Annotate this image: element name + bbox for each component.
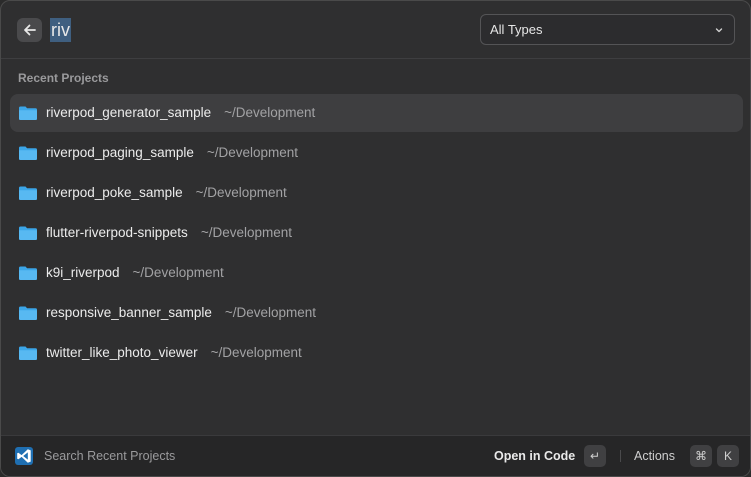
project-row[interactable]: riverpod_generator_sample ~/Development [10,94,743,132]
folder-icon [19,186,37,200]
project-row[interactable]: riverpod_poke_sample ~/Development [10,174,743,212]
folder-icon [19,146,37,160]
search-input[interactable]: riv [50,18,71,42]
folder-icon [19,226,37,240]
project-path: ~/Development [195,185,287,200]
project-row[interactable]: responsive_banner_sample ~/Development [10,294,743,332]
project-path: ~/Development [224,105,316,120]
project-path: ~/Development [206,145,299,160]
back-button[interactable] [17,18,42,42]
footer-hint: Search Recent Projects [44,449,176,463]
open-in-code-button[interactable]: Open in Code [494,436,575,476]
vscode-icon [15,447,33,465]
chevron-down-icon [715,28,723,33]
folder-icon [19,346,37,360]
raycast-window: riv All Types Recent Projects riverpod_g… [0,0,751,477]
project-name: riverpod_generator_sample ~/Development [46,105,316,120]
project-path: ~/Development [210,345,302,360]
action-bar: Search Recent Projects Open in Code ↵ Ac… [1,435,750,476]
enter-key-badge: ↵ [584,445,606,467]
project-path: ~/Development [224,305,317,320]
command-key-badge: ⌘ [690,445,712,467]
k-key-badge: K [717,445,739,467]
project-path: ~/Development [132,265,224,280]
project-list: riverpod_generator_sample ~/Developmentri… [10,94,743,374]
project-row[interactable]: riverpod_paging_sample ~/Development [10,134,743,172]
folder-icon [19,306,37,320]
actions-button[interactable]: Actions [634,436,675,476]
section-title: Recent Projects [18,71,109,85]
project-name: twitter_like_photo_viewer ~/Development [46,345,302,360]
project-name: flutter-riverpod-snippets ~/Development [46,225,292,240]
arrow-left-icon [23,24,36,36]
folder-icon [19,106,37,120]
project-row[interactable]: twitter_like_photo_viewer ~/Development [10,334,743,372]
type-filter-dropdown[interactable]: All Types [480,14,735,45]
footer-divider [620,450,621,462]
folder-icon [19,266,37,280]
type-filter-value: All Types [490,22,543,37]
project-name: riverpod_paging_sample ~/Development [46,145,299,160]
project-row[interactable]: flutter-riverpod-snippets ~/Development [10,214,743,252]
project-name: k9i_riverpod ~/Development [46,265,224,280]
project-name: riverpod_poke_sample ~/Development [46,185,287,200]
project-path: ~/Development [200,225,292,240]
project-row[interactable]: k9i_riverpod ~/Development [10,254,743,292]
search-bar: riv All Types [1,1,750,59]
project-name: responsive_banner_sample ~/Development [46,305,317,320]
